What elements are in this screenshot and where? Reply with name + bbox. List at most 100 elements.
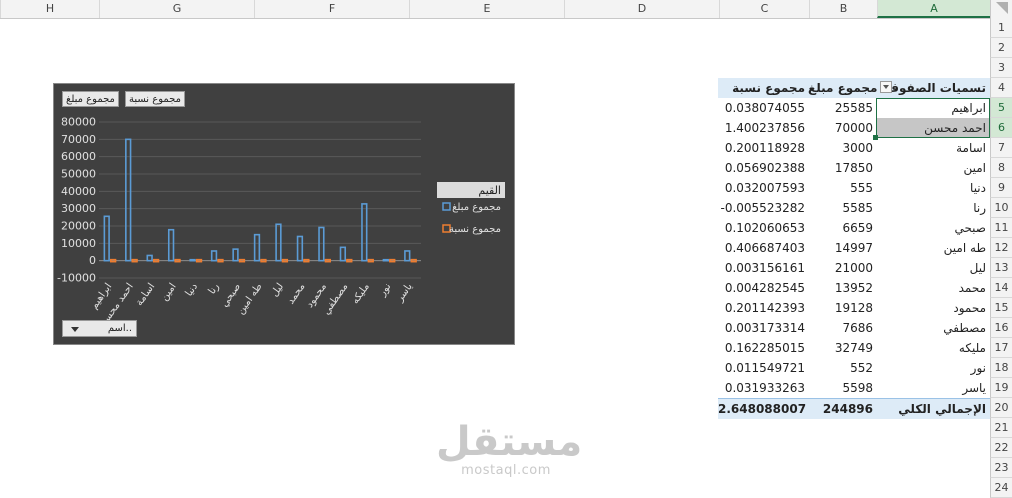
cell-ratio[interactable]: 0.200118928 bbox=[718, 138, 808, 158]
y-tick-label: 50000 bbox=[61, 168, 96, 181]
cell-ratio[interactable]: 0.032007593 bbox=[718, 178, 808, 198]
header-sum-ratio[interactable]: مجموع نسبة bbox=[718, 78, 808, 98]
cell-amount[interactable]: 13952 bbox=[808, 278, 876, 298]
cell-amount[interactable]: 555 bbox=[808, 178, 876, 198]
pivot-row: 0.032007593 555 دنيا bbox=[718, 178, 990, 198]
column-header-c[interactable]: C bbox=[719, 0, 809, 18]
legend-title: القيم bbox=[478, 184, 501, 197]
row-header[interactable]: 7 bbox=[990, 138, 1012, 158]
pivot-row: 0.056902388 17850 امين bbox=[718, 158, 990, 178]
bar-sum-amount bbox=[382, 258, 389, 262]
header-row-labels[interactable]: تسميات الصفوف bbox=[876, 78, 990, 98]
cell-amount[interactable]: 19128 bbox=[808, 298, 876, 318]
row-header[interactable]: 24 bbox=[990, 478, 1012, 498]
row-header[interactable]: 21 bbox=[990, 418, 1012, 438]
cell-name[interactable]: اسامة bbox=[876, 138, 990, 158]
legend-entry: مجموع مبلغ bbox=[452, 202, 501, 213]
x-tick-label: رنا bbox=[207, 281, 222, 296]
total-label[interactable]: الإجمالي الكلي bbox=[876, 399, 990, 419]
cell-name[interactable]: صبحي bbox=[876, 218, 990, 238]
cell-amount[interactable]: 5598 bbox=[808, 378, 876, 398]
row-header[interactable]: 2 bbox=[990, 38, 1012, 58]
row-labels-filter-dropdown[interactable] bbox=[880, 81, 892, 93]
cell-name[interactable]: ياسر bbox=[876, 378, 990, 398]
row-header[interactable]: 8 bbox=[990, 158, 1012, 178]
cell-ratio[interactable]: 0.102060653 bbox=[718, 218, 808, 238]
cell-amount[interactable]: 70000 bbox=[808, 118, 876, 138]
row-header[interactable]: 1 bbox=[990, 18, 1012, 38]
cell-amount[interactable]: 32749 bbox=[808, 338, 876, 358]
row-header[interactable]: 12 bbox=[990, 238, 1012, 258]
cell-amount[interactable]: 21000 bbox=[808, 258, 876, 278]
cell-name[interactable]: ليل bbox=[876, 258, 990, 278]
row-header[interactable]: 23 bbox=[990, 458, 1012, 478]
row-header[interactable]: 22 bbox=[990, 438, 1012, 458]
cell-amount[interactable]: 17850 bbox=[808, 158, 876, 178]
cell-amount[interactable]: 3000 bbox=[808, 138, 876, 158]
row-header[interactable]: 10 bbox=[990, 198, 1012, 218]
cell-name[interactable]: مصطفي bbox=[876, 318, 990, 338]
x-tick-label: امين bbox=[159, 281, 179, 303]
cell-name[interactable]: دنيا bbox=[876, 178, 990, 198]
cell-ratio[interactable]: 0.056902388 bbox=[718, 158, 808, 178]
cell-amount[interactable]: 6659 bbox=[808, 218, 876, 238]
cell-ratio[interactable]: 0.003156161 bbox=[718, 258, 808, 278]
cell-amount[interactable]: 5585 bbox=[808, 198, 876, 218]
row-header[interactable]: 3 bbox=[990, 58, 1012, 78]
cell-ratio[interactable]: 0.162285015 bbox=[718, 338, 808, 358]
column-header-f[interactable]: F bbox=[254, 0, 409, 18]
row-header[interactable]: 5 bbox=[990, 98, 1012, 118]
cell-name[interactable]: محمود bbox=[876, 298, 990, 318]
row-header[interactable]: 18 bbox=[990, 358, 1012, 378]
cell-ratio[interactable]: 0.406687403 bbox=[718, 238, 808, 258]
cell-ratio[interactable]: 0.011549721 bbox=[718, 358, 808, 378]
cell-ratio[interactable]: 1.400237856 bbox=[718, 118, 808, 138]
column-header-d[interactable]: D bbox=[564, 0, 719, 18]
row-header[interactable]: 16 bbox=[990, 318, 1012, 338]
column-header-b[interactable]: B bbox=[809, 0, 877, 18]
cell-name[interactable]: طه امين bbox=[876, 238, 990, 258]
fill-handle[interactable] bbox=[873, 135, 878, 140]
cell-amount[interactable]: 552 bbox=[808, 358, 876, 378]
pivot-chart[interactable]: مجموع مبلغ مجموع نسبة 80000 70000 60000 500… bbox=[53, 83, 515, 345]
column-header-g[interactable]: G bbox=[99, 0, 254, 18]
x-tick-label: مليكه bbox=[350, 281, 372, 306]
row-header[interactable]: 19 bbox=[990, 378, 1012, 398]
cell-name[interactable]: رنا bbox=[876, 198, 990, 218]
cell-amount[interactable]: 25585 bbox=[808, 98, 876, 118]
cell-name[interactable]: محمد bbox=[876, 278, 990, 298]
cell-ratio[interactable]: -0.005523282 bbox=[718, 198, 808, 218]
cell-ratio[interactable]: 0.004282545 bbox=[718, 278, 808, 298]
cell-name[interactable]: نور bbox=[876, 358, 990, 378]
column-header-e[interactable]: E bbox=[409, 0, 564, 18]
row-header[interactable]: 20 bbox=[990, 398, 1012, 418]
header-sum-amount[interactable]: مجموع مبلغ bbox=[808, 78, 877, 98]
column-header-h[interactable]: H bbox=[0, 0, 99, 18]
cell-name[interactable]: امين bbox=[876, 158, 990, 178]
column-header-a[interactable]: A bbox=[877, 0, 990, 18]
cell-ratio[interactable]: 0.031933263 bbox=[718, 378, 808, 398]
row-header[interactable]: 15 bbox=[990, 298, 1012, 318]
row-header[interactable]: 17 bbox=[990, 338, 1012, 358]
bar-sum-amount bbox=[146, 254, 153, 262]
row-header[interactable]: 14 bbox=[990, 278, 1012, 298]
x-tick-label: نور bbox=[376, 281, 393, 299]
cell-name[interactable]: مليكه bbox=[876, 338, 990, 358]
row-header[interactable]: 9 bbox=[990, 178, 1012, 198]
row-header[interactable]: 4 bbox=[990, 78, 1012, 98]
row-header[interactable]: 6 bbox=[990, 118, 1012, 138]
pivot-total-row: 2.648088007 244896 الإجمالي الكلي bbox=[718, 398, 990, 419]
row-header[interactable]: 13 bbox=[990, 258, 1012, 278]
cell-amount[interactable]: 14997 bbox=[808, 238, 876, 258]
pivot-row: 0.031933263 5598 ياسر bbox=[718, 378, 990, 398]
cell-ratio[interactable]: 0.038074055 bbox=[718, 98, 808, 118]
cell-ratio[interactable]: 0.201142393 bbox=[718, 298, 808, 318]
cell-name[interactable]: احمد محسن bbox=[876, 118, 990, 138]
cell-ratio[interactable]: 0.003173314 bbox=[718, 318, 808, 338]
row-header[interactable]: 11 bbox=[990, 218, 1012, 238]
cell-amount[interactable]: 7686 bbox=[808, 318, 876, 338]
name-filter-button[interactable]: اسم.. bbox=[62, 320, 137, 337]
total-ratio[interactable]: 2.648088007 bbox=[718, 399, 808, 419]
cell-name[interactable]: ابراهيم bbox=[876, 98, 990, 118]
total-amount[interactable]: 244896 bbox=[808, 399, 876, 419]
